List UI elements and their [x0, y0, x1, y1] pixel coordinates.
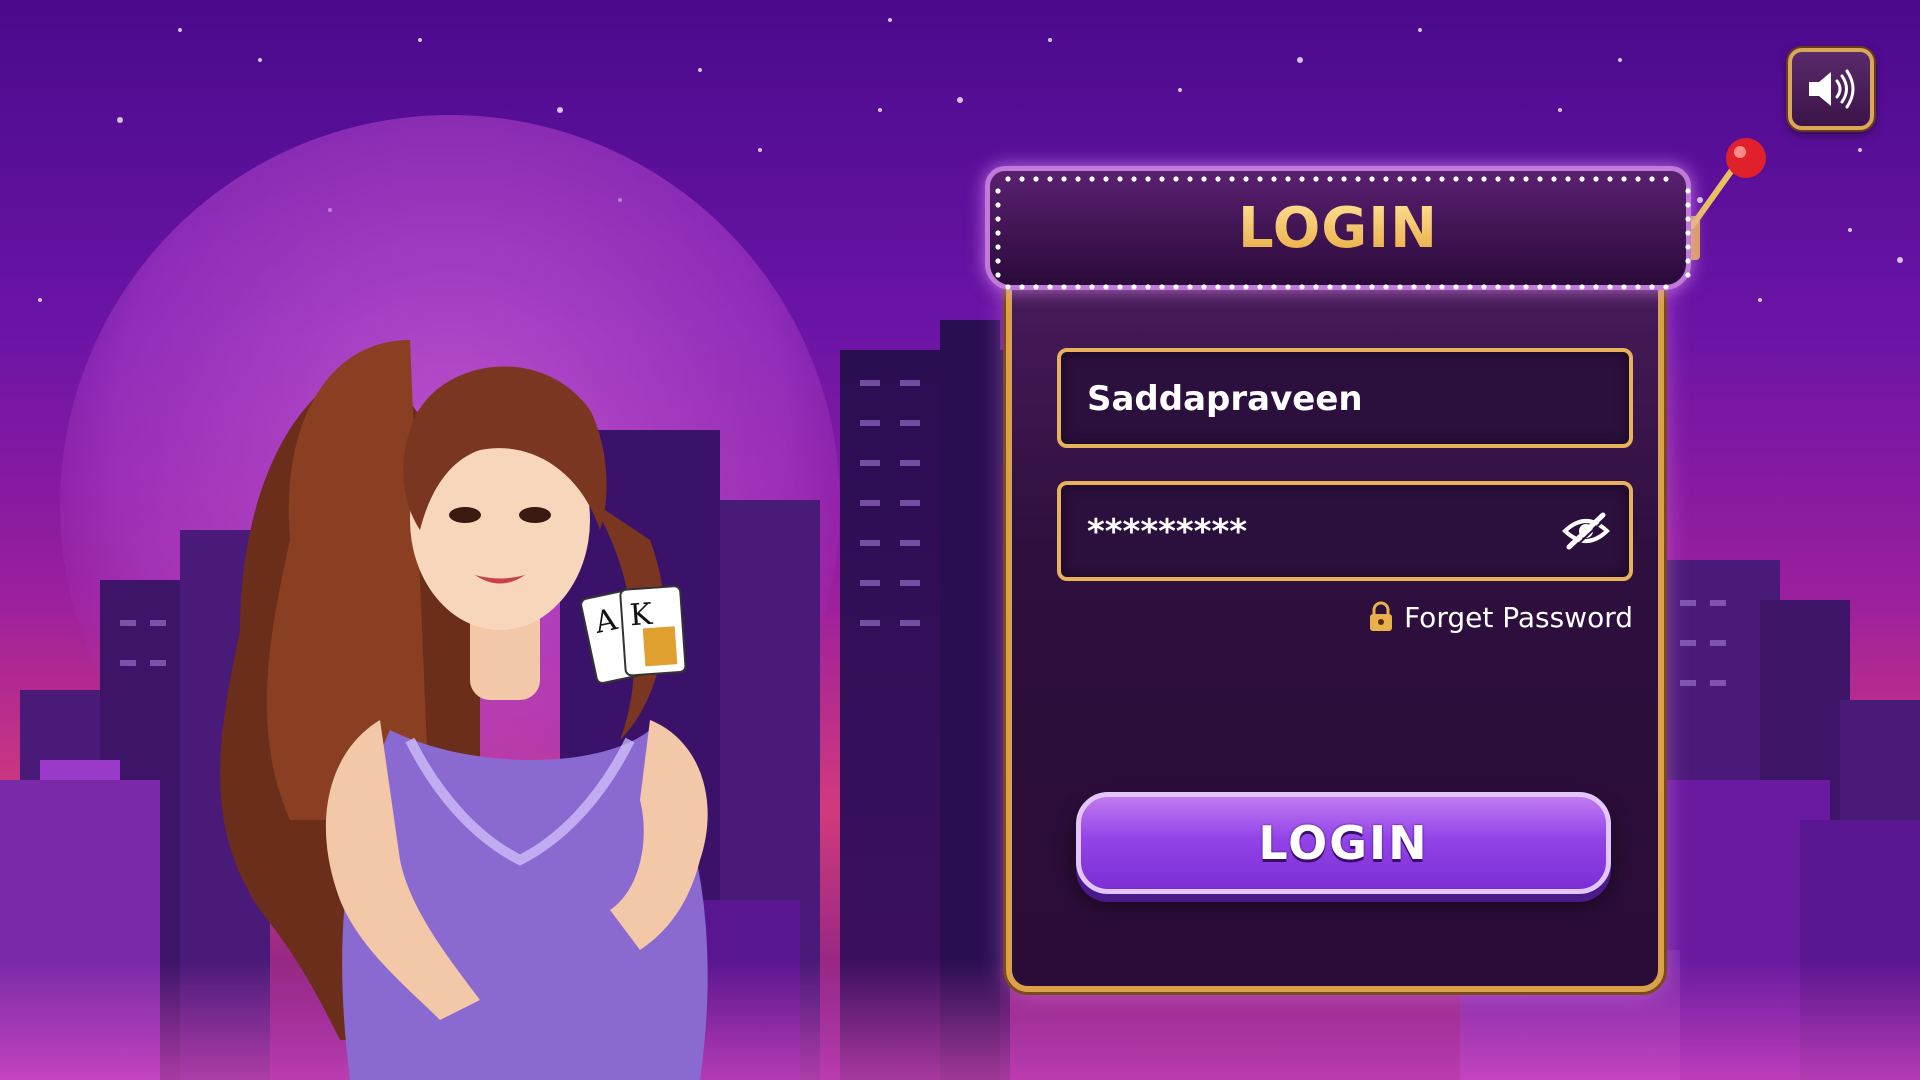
lever-knob-decoration — [1684, 138, 1766, 260]
login-button-label: LOGIN — [1258, 816, 1429, 870]
lock-icon — [1370, 601, 1393, 631]
dealer-character-illustration: A K — [220, 340, 708, 1080]
login-panel-header: LOGIN — [985, 166, 1691, 290]
forget-password-label: Forget Password — [1404, 600, 1633, 634]
username-input[interactable] — [1085, 352, 1559, 446]
svg-text:K: K — [629, 597, 654, 634]
login-button[interactable]: LOGIN — [1076, 792, 1611, 894]
username-field[interactable] — [1057, 348, 1633, 448]
password-field[interactable] — [1057, 481, 1633, 581]
eye-slash-icon[interactable] — [1561, 509, 1611, 553]
forget-password-link[interactable]: Forget Password — [1360, 596, 1633, 638]
panel-title: LOGIN — [1238, 195, 1438, 261]
login-screen: A K LOGIN Saddapraveen ********* Forget … — [0, 0, 1920, 1080]
sound-toggle-button[interactable] — [1788, 48, 1874, 130]
password-input[interactable] — [1085, 485, 1559, 579]
speaker-icon — [1809, 69, 1855, 109]
